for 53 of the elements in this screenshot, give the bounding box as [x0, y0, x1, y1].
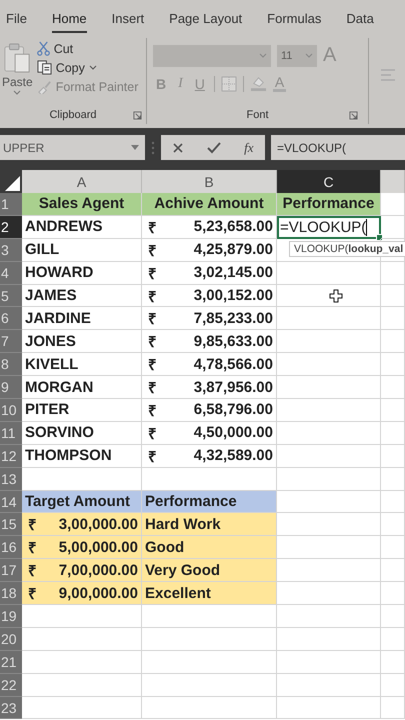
currency-symbol: ₹ [148, 379, 157, 398]
cell-text: HOWARD [25, 264, 94, 282]
cell-text: JARDINE [25, 310, 91, 327]
currency-symbol: ₹ [148, 356, 157, 374]
cell-value: 4,32,589.00 [194, 447, 273, 464]
cell-value: 9,85,633.00 [194, 332, 273, 350]
currency-symbol: ₹ [148, 218, 157, 237]
cell-value: 7,00,000.00 [58, 562, 138, 579]
cell-value: 5,00,000.00 [58, 538, 138, 556]
function-tooltip: VLOOKUP(lookup_val [289, 240, 405, 257]
cell-text: Excellent [145, 584, 211, 602]
cell-value: 3,02,145.00 [194, 264, 273, 282]
cell-value: 7,85,233.00 [194, 310, 273, 327]
cell-text: PITER [25, 401, 70, 418]
cell-text: MORGAN [25, 378, 94, 396]
cell-text: THOMPSON [25, 447, 112, 464]
cell-text: JONES [25, 332, 76, 350]
cell-text: SORVINO [25, 424, 94, 442]
cell-text: Good [145, 538, 184, 556]
cell-text: Performance [145, 493, 237, 510]
cell-text: Achive Amount [154, 195, 264, 212]
cell-text: Hard Work [145, 516, 221, 533]
currency-symbol: ₹ [148, 242, 157, 260]
currency-symbol: ₹ [148, 288, 157, 306]
currency-symbol: ₹ [28, 562, 37, 580]
cell-text: ANDREWS [25, 218, 102, 236]
currency-symbol: ₹ [148, 448, 157, 466]
cell-text: JAMES [25, 287, 77, 304]
cell-text: Sales Agent [38, 195, 124, 212]
cell-value: 6,58,796.00 [194, 401, 273, 418]
currency-symbol: ₹ [28, 516, 37, 534]
cell-value: 4,50,000.00 [194, 424, 273, 442]
cell-text: GILL [25, 241, 60, 258]
cell-text: Target Amount [25, 493, 130, 510]
cell-value: 9,00,000.00 [58, 584, 138, 602]
currency-symbol: ₹ [148, 402, 157, 420]
currency-symbol: ₹ [148, 333, 157, 352]
group-label: Clipboard [49, 109, 97, 121]
currency-symbol: ₹ [28, 539, 37, 558]
cell-text: Performance [282, 195, 374, 212]
cell-value: 5,23,658.00 [194, 218, 273, 236]
group-label: Font [246, 109, 268, 121]
cell-text: KIVELL [25, 356, 78, 373]
cell-value: 3,00,152.00 [194, 287, 273, 304]
currency-symbol: ₹ [148, 264, 157, 283]
currency-symbol: ₹ [148, 424, 157, 443]
cell-text: Very Good [145, 562, 220, 579]
cell-value: 4,78,566.00 [194, 356, 273, 373]
currency-symbol: ₹ [148, 310, 157, 328]
currency-symbol: ₹ [28, 585, 37, 604]
cell-value: 4,25,879.00 [194, 241, 273, 258]
cell-value: 3,87,956.00 [194, 378, 273, 396]
cell-value: 3,00,000.00 [58, 516, 138, 533]
